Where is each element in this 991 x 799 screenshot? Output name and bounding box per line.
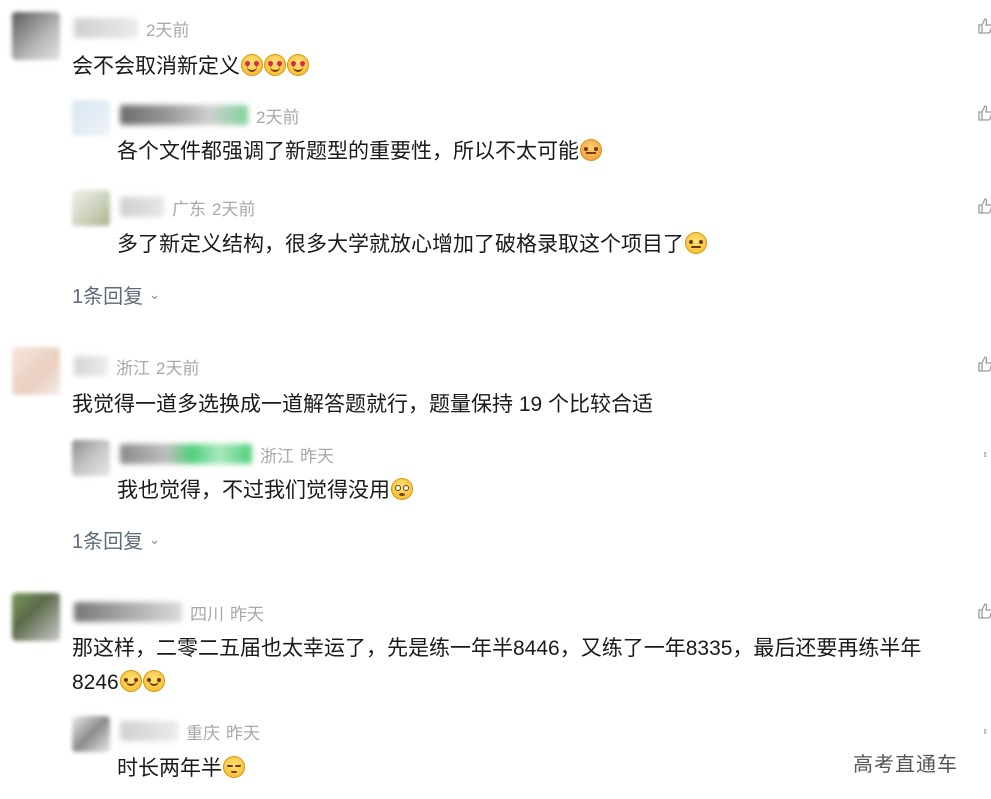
comment-meta: 四川 昨天 <box>74 600 264 624</box>
comment-location: 四川 <box>190 604 224 624</box>
comment-location: 重庆 <box>186 723 220 743</box>
like-icon[interactable] <box>984 722 991 738</box>
comment-time: 2天前 <box>156 358 200 378</box>
avatar[interactable] <box>72 190 110 226</box>
avatar[interactable] <box>12 347 60 395</box>
username[interactable] <box>74 18 138 38</box>
comment-time: 2天前 <box>256 107 300 127</box>
avatar[interactable] <box>12 12 60 60</box>
like-icon[interactable] <box>984 445 991 461</box>
like-icon[interactable] <box>978 198 991 214</box>
comment-time: 昨天 <box>300 446 334 466</box>
comment-time: 昨天 <box>230 604 264 624</box>
comment-meta: 浙江 2天前 <box>74 354 199 378</box>
expand-replies-link[interactable]: 1条回复 ⌄ <box>72 280 160 309</box>
heart-eyes-emoji-icon <box>241 54 263 76</box>
avatar[interactable] <box>72 100 110 136</box>
username[interactable] <box>120 444 252 464</box>
comment-text: 各个文件都强调了新题型的重要性，所以不太可能 <box>117 135 602 169</box>
sleepy-face-emoji-icon <box>223 756 245 778</box>
username[interactable] <box>120 197 164 217</box>
like-icon[interactable] <box>978 603 991 619</box>
expand-replies-link[interactable]: 1条回复 ⌄ <box>72 525 160 554</box>
comment-text: 我也觉得，不过我们觉得没用 <box>117 474 413 508</box>
username[interactable] <box>120 105 248 125</box>
avatar[interactable] <box>12 593 60 641</box>
smiling-face-emoji-icon <box>119 670 142 692</box>
comment-meta: 广东 2天前 <box>120 195 255 219</box>
comment-time: 2天前 <box>146 20 190 40</box>
heart-eyes-emoji-icon <box>264 54 286 76</box>
comment-meta: 重庆 昨天 <box>120 719 260 743</box>
thinking-face-emoji-icon <box>580 139 602 161</box>
comment-meta: 浙江 昨天 <box>120 442 334 466</box>
comment-text: 那这样，二零二五届也太幸运了，先是练一年半8446，又练了一年8335，最后还要… <box>72 637 922 694</box>
comment-text: 时长两年半 <box>117 752 245 786</box>
avatar[interactable] <box>72 716 110 752</box>
comment-location: 浙江 <box>116 358 150 378</box>
comment-location: 浙江 <box>260 446 294 466</box>
comment-time: 2天前 <box>212 199 256 219</box>
comment-meta: 2天前 <box>74 16 189 40</box>
avatar[interactable] <box>72 440 110 476</box>
username[interactable] <box>120 721 178 741</box>
comment-text: 多了新定义结构，很多大学就放心增加了破格录取这个项目了 <box>117 228 707 262</box>
comment-time: 昨天 <box>226 723 260 743</box>
flushed-face-emoji-icon <box>391 478 413 500</box>
comment-location: 广东 <box>172 199 206 219</box>
chevron-down-icon: ⌄ <box>149 286 161 302</box>
comment-text: 会不会取消新定义 <box>72 50 309 84</box>
username[interactable] <box>74 602 182 622</box>
watermark: 高考直通车 <box>853 754 958 776</box>
chevron-down-icon: ⌄ <box>149 531 161 547</box>
like-icon[interactable] <box>978 105 991 121</box>
comment-text: 我觉得一道多选换成一道解答题就行，题量保持 19 个比较合适 <box>72 393 654 416</box>
like-icon[interactable] <box>978 18 991 34</box>
smiling-face-emoji-icon <box>142 670 165 692</box>
username[interactable] <box>74 356 108 376</box>
heart-eyes-emoji-icon <box>287 54 309 76</box>
comment-meta: 2天前 <box>120 103 299 127</box>
shushing-face-emoji-icon <box>685 232 707 254</box>
like-icon[interactable] <box>978 356 991 372</box>
